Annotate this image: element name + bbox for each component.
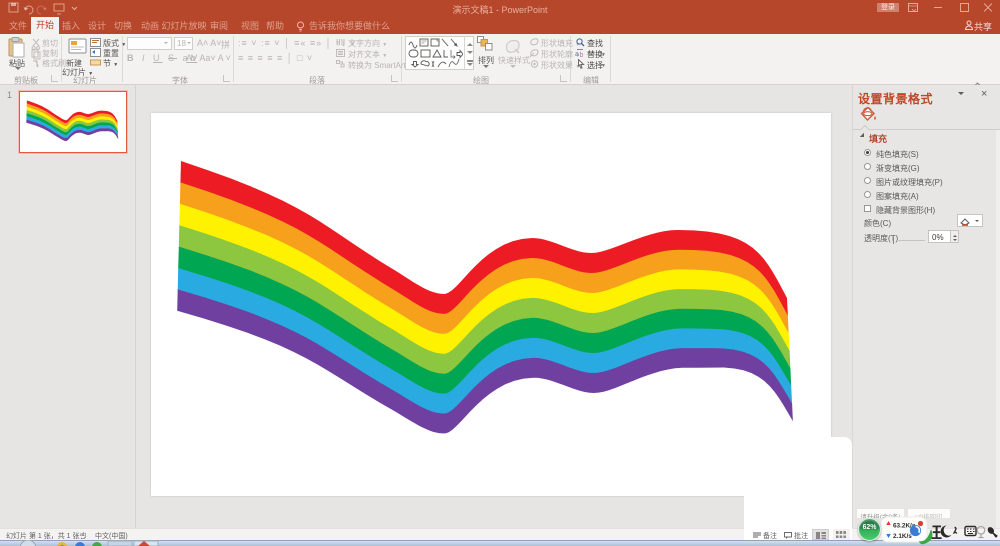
svg-text:2.1K/s: 2.1K/s — [893, 533, 912, 540]
